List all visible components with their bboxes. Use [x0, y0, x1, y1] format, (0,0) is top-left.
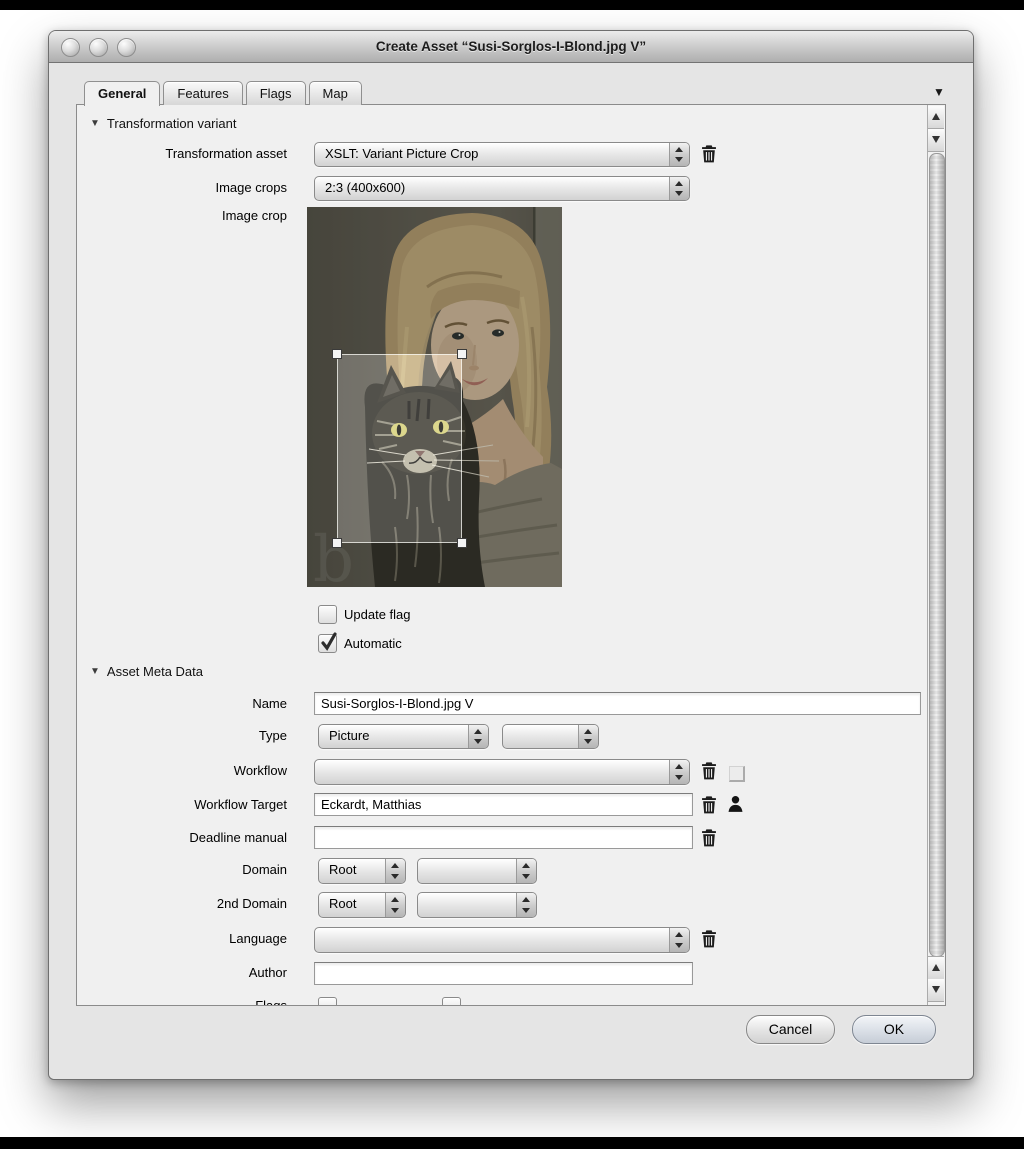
tab-overflow-icon[interactable]: ▼: [933, 85, 945, 99]
type-dropdown[interactable]: Picture: [318, 724, 489, 749]
disclosure-triangle-icon[interactable]: ▼: [90, 118, 100, 129]
crop-handle-icon: [333, 350, 467, 548]
domain-secondary-dropdown[interactable]: [417, 858, 537, 884]
workflow-dropdown[interactable]: [314, 759, 690, 785]
tab-general[interactable]: General: [84, 81, 160, 106]
stepper-icon: [516, 859, 536, 883]
image-crop-label: Image crop: [77, 208, 287, 224]
dialog-window: Create Asset “Susi-Sorglos-I-Blond.jpg V…: [48, 30, 974, 1080]
workflow-target-label: Workflow Target: [77, 797, 287, 813]
deadline-manual-input[interactable]: [314, 826, 693, 849]
language-dropdown[interactable]: [314, 927, 690, 953]
update-flag-label: Update flag: [344, 607, 411, 623]
letterbox-bottom: [0, 1137, 1024, 1149]
section-title: Transformation variant: [107, 116, 237, 131]
letterbox-top: [0, 0, 1024, 10]
window-title: Create Asset “Susi-Sorglos-I-Blond.jpg V…: [49, 31, 973, 62]
stepper-icon: [578, 725, 598, 748]
automatic-label: Automatic: [344, 636, 402, 652]
stepper-icon: [669, 928, 689, 952]
automatic-checkbox[interactable]: [318, 634, 337, 653]
author-label: Author: [77, 965, 287, 981]
vertical-scrollbar[interactable]: [927, 105, 945, 1005]
section-title: Asset Meta Data: [107, 664, 203, 679]
disclosure-triangle-icon[interactable]: ▼: [90, 666, 100, 677]
ok-button[interactable]: OK: [852, 1015, 936, 1044]
trash-icon[interactable]: [700, 761, 718, 780]
stepper-icon: [669, 760, 689, 784]
domain-dropdown[interactable]: Root: [318, 858, 406, 884]
second-domain-label: 2nd Domain: [77, 896, 287, 912]
scroll-up-icon[interactable]: [928, 106, 944, 129]
titlebar[interactable]: Create Asset “Susi-Sorglos-I-Blond.jpg V…: [49, 31, 973, 63]
stepper-icon: [669, 177, 689, 200]
stepper-icon: [385, 893, 405, 917]
trash-icon[interactable]: [700, 828, 718, 847]
stepper-icon: [516, 893, 536, 917]
screenshot-frame: Create Asset “Susi-Sorglos-I-Blond.jpg V…: [0, 0, 1024, 1149]
name-input[interactable]: [314, 692, 921, 715]
trash-icon[interactable]: [700, 144, 718, 163]
second-domain-dropdown[interactable]: Root: [318, 892, 406, 918]
stepper-icon: [468, 725, 488, 748]
second-domain-secondary-dropdown[interactable]: [417, 892, 537, 918]
corner-bracket-icon[interactable]: [729, 766, 745, 782]
type-label: Type: [77, 728, 287, 744]
stepper-icon: [669, 143, 689, 166]
tab-flags[interactable]: Flags: [246, 81, 306, 105]
cancel-button[interactable]: Cancel: [746, 1015, 835, 1044]
update-flag-checkbox[interactable]: [318, 605, 337, 624]
scroll-down-icon[interactable]: [928, 979, 944, 1002]
author-input[interactable]: [314, 962, 693, 985]
image-crops-label: Image crops: [77, 180, 287, 196]
type-secondary-dropdown[interactable]: [502, 724, 599, 749]
domain-label: Domain: [77, 862, 287, 878]
trash-icon[interactable]: [700, 929, 718, 948]
section-asset-meta-data[interactable]: ▼ Asset Meta Data: [90, 663, 203, 679]
scroll-down-icon[interactable]: [928, 129, 944, 152]
workflow-label: Workflow: [77, 763, 287, 779]
stepper-icon: [385, 859, 405, 883]
image-crop-canvas[interactable]: b: [307, 207, 562, 587]
language-label: Language: [77, 931, 287, 947]
tab-features[interactable]: Features: [163, 81, 242, 105]
clipped-checkbox-1[interactable]: [318, 997, 337, 1006]
person-icon[interactable]: [727, 795, 745, 814]
deadline-manual-label: Deadline manual: [77, 830, 287, 846]
window-body: General Features Flags Map ▼ ▼ Transform…: [49, 63, 973, 1079]
clipped-checkbox-2[interactable]: [442, 997, 461, 1006]
transformation-asset-dropdown[interactable]: XSLT: Variant Picture Crop: [314, 142, 690, 167]
form-panel: ▼ Transformation variant Transformation …: [76, 104, 946, 1006]
image-crops-dropdown[interactable]: 2:3 (400x600): [314, 176, 690, 201]
name-label: Name: [77, 696, 287, 712]
tab-map[interactable]: Map: [309, 81, 362, 105]
tab-bar: General Features Flags Map: [84, 81, 362, 105]
scrollbar-thumb[interactable]: [929, 153, 945, 957]
trash-icon[interactable]: [700, 795, 718, 814]
transformation-asset-label: Transformation asset: [77, 146, 287, 162]
crop-handles[interactable]: [307, 207, 562, 587]
workflow-target-input[interactable]: [314, 793, 693, 816]
section-transformation-variant[interactable]: ▼ Transformation variant: [90, 115, 236, 131]
clipped-row-label: Flags: [77, 998, 287, 1006]
scroll-up-icon[interactable]: [928, 956, 944, 980]
